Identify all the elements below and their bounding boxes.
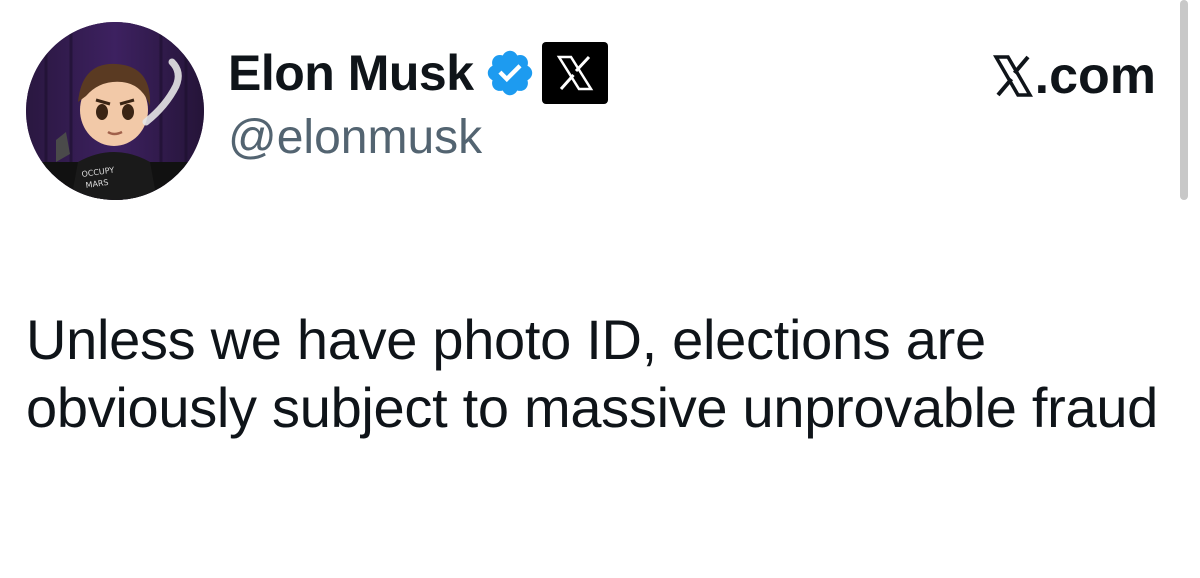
site-domain: .com: [1034, 47, 1156, 105]
post-card: OCCUPY MARS Elon Musk @elonmusk .com Unl…: [0, 0, 1200, 578]
post-text: Unless we have photo ID, elections are o…: [26, 308, 1159, 439]
x-logo-icon: [992, 54, 1033, 98]
name-row: Elon Musk: [228, 40, 608, 106]
scrollbar[interactable]: [1180, 0, 1188, 200]
verified-badge-icon[interactable]: [484, 47, 536, 99]
x-logo-icon[interactable]: [541, 42, 608, 104]
site-label: .com: [992, 47, 1156, 105]
author-identity: Elon Musk @elonmusk: [228, 40, 608, 162]
display-name[interactable]: Elon Musk: [228, 48, 474, 98]
author-handle[interactable]: @elonmusk: [228, 114, 608, 162]
avatar[interactable]: OCCUPY MARS: [26, 22, 204, 200]
